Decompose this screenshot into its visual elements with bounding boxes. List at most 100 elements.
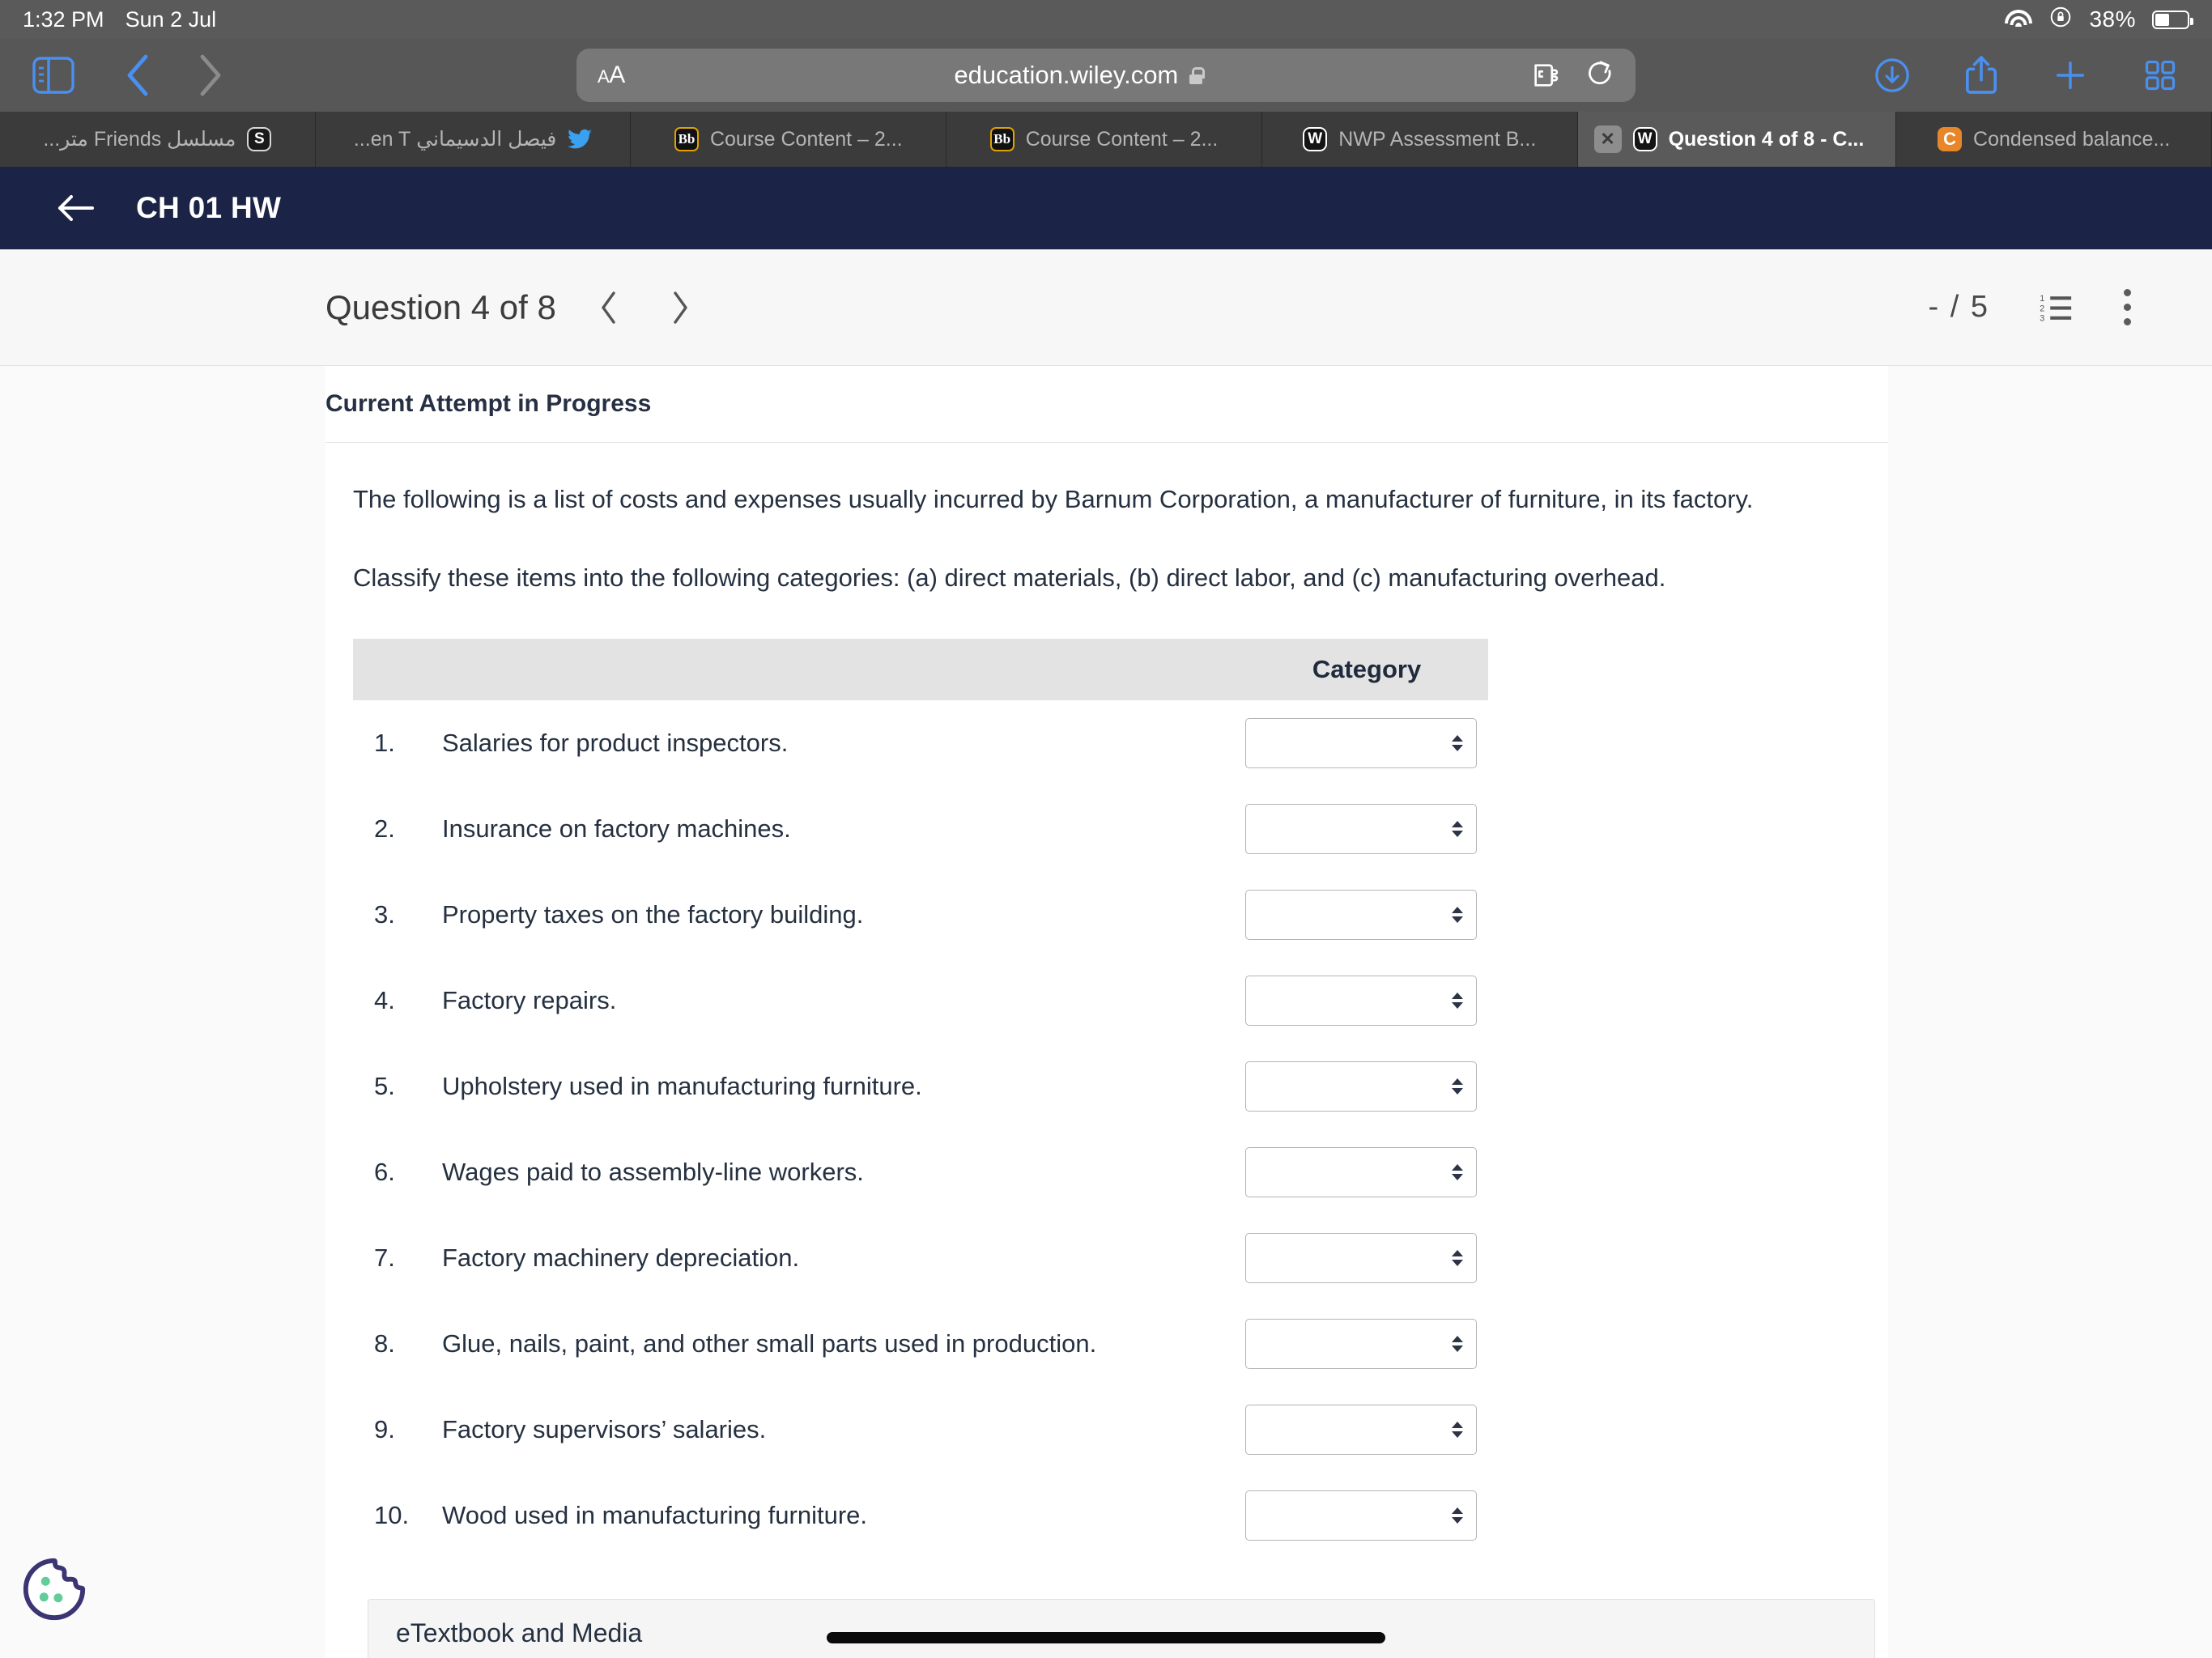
chevron-updown-icon — [1452, 1163, 1463, 1180]
left-gutter — [0, 366, 325, 1658]
address-bar[interactable]: AAAA education.wiley.com — [576, 49, 1636, 102]
sidebar-toggle-icon[interactable] — [32, 57, 74, 94]
wifi-icon — [2005, 9, 2033, 30]
chevron-updown-icon — [1452, 992, 1463, 1009]
kebab-menu-icon[interactable] — [2124, 289, 2131, 325]
row-select-cell — [1245, 1387, 1488, 1473]
score-display: - / 5 — [1928, 290, 1989, 324]
app-header: CH 01 HW — [0, 167, 2212, 249]
row-number: 10. — [374, 1500, 410, 1529]
row-number: 1. — [374, 728, 395, 757]
row-select-cell — [1245, 958, 1488, 1044]
etextbook-label: eTextbook and Media — [396, 1618, 643, 1648]
row-description: Factory supervisors’ salaries. — [442, 1414, 767, 1443]
row-select-cell — [1245, 1215, 1488, 1301]
attempt-status-bar: Current Attempt in Progress — [325, 366, 1888, 443]
chevron-updown-icon — [1452, 906, 1463, 923]
row-number: 5. — [374, 1071, 395, 1100]
row-select-cell — [1245, 872, 1488, 958]
question-paragraph-2: Classify these items into the following … — [353, 563, 1666, 592]
s-icon: S — [247, 127, 272, 151]
browser-tab-0[interactable]: S مسلسل Friends متر... — [0, 112, 316, 167]
category-select-3[interactable] — [1245, 889, 1477, 940]
lock-icon — [1189, 66, 1206, 84]
next-question-icon[interactable] — [670, 290, 691, 325]
category-select-6[interactable] — [1245, 1146, 1477, 1197]
category-select-9[interactable] — [1245, 1404, 1477, 1455]
status-bar-right: 38% — [2005, 0, 2193, 39]
status-bar-left: 1:32 PM Sun 2 Jul — [23, 7, 216, 32]
ios-status-bar: 1:32 PM Sun 2 Jul 38% — [0, 0, 2212, 39]
tab-title: مسلسل Friends متر... — [43, 128, 236, 151]
category-select-1[interactable] — [1245, 717, 1477, 768]
row-select-cell — [1245, 1044, 1488, 1129]
extensions-icon[interactable] — [1532, 62, 1559, 89]
download-icon[interactable] — [1874, 57, 1911, 94]
category-select-8[interactable] — [1245, 1318, 1477, 1369]
table-body: 1. Salaries for product inspectors. 2. I… — [353, 700, 1488, 1558]
row-number: 6. — [374, 1157, 395, 1186]
table-row: 8. Glue, nails, paint, and other small p… — [353, 1301, 1488, 1387]
browser-tab-1[interactable]: فيصل الدسيماني en T... — [316, 112, 632, 167]
status-date: Sun 2 Jul — [125, 6, 217, 32]
numbered-list-icon[interactable]: 1 2 3 — [2040, 292, 2074, 323]
battery-percent: 38% — [2089, 6, 2136, 32]
prev-question-icon[interactable] — [598, 290, 619, 325]
browser-back-icon[interactable] — [125, 53, 152, 97]
table-row: 4. Factory repairs. — [353, 958, 1488, 1044]
row-description: Wood used in manufacturing furniture. — [442, 1500, 868, 1529]
row-description: Salaries for product inspectors. — [442, 728, 789, 757]
battery-icon — [2152, 10, 2193, 29]
category-select-2[interactable] — [1245, 803, 1477, 854]
tab-title: NWP Assessment B... — [1338, 127, 1537, 151]
browser-tab-5-active[interactable]: ✕ W Question 4 of 8 - C... — [1577, 112, 1897, 167]
row-number: 9. — [374, 1414, 395, 1443]
row-number: 4. — [374, 985, 395, 1014]
chevron-updown-icon — [1452, 1421, 1463, 1438]
table-row: 6. Wages paid to assembly-line workers. — [353, 1129, 1488, 1215]
plus-icon[interactable] — [2052, 57, 2089, 94]
question-card: Current Attempt in Progress The followin… — [325, 366, 1888, 1658]
twitter-icon — [568, 127, 593, 151]
page-title: CH 01 HW — [136, 191, 282, 224]
browser-right-actions — [1874, 55, 2178, 96]
tab-close-icon[interactable]: ✕ — [1593, 125, 1622, 153]
rotation-lock-icon — [2048, 5, 2073, 35]
row-description: Insurance on factory machines. — [442, 814, 791, 843]
text-size-button[interactable]: AAAA — [598, 62, 625, 89]
tab-title: Condensed balance... — [1973, 127, 2171, 151]
table-header-row: Category — [353, 638, 1488, 700]
browser-nav-arrows — [125, 53, 223, 97]
category-select-5[interactable] — [1245, 1061, 1477, 1112]
question-body: The following is a list of costs and exp… — [325, 443, 1888, 1658]
question-page: Current Attempt in Progress The followin… — [0, 366, 2212, 1658]
browser-tab-4[interactable]: W NWP Assessment B... — [1262, 112, 1578, 167]
browser-tab-6[interactable]: C Condensed balance... — [1896, 112, 2212, 167]
category-select-10[interactable] — [1245, 1490, 1477, 1541]
browser-tab-bar: S مسلسل Friends متر... فيصل الدسيماني en… — [0, 112, 2212, 167]
row-description: Property taxes on the factory building. — [442, 899, 864, 929]
share-icon[interactable] — [1964, 55, 1998, 96]
reload-icon[interactable] — [1587, 61, 1614, 90]
column-header-blank — [353, 638, 1245, 700]
cookie-consent-icon[interactable] — [19, 1554, 89, 1624]
row-description: Factory machinery depreciation. — [442, 1243, 800, 1272]
category-select-4[interactable] — [1245, 975, 1477, 1026]
wiley-icon: W — [1632, 127, 1657, 151]
etextbook-and-media-section[interactable]: eTextbook and Media — [368, 1598, 1875, 1658]
chevron-updown-icon — [1452, 820, 1463, 837]
browser-tab-2[interactable]: Bb Course Content – 2... — [631, 112, 947, 167]
category-select-7[interactable] — [1245, 1232, 1477, 1283]
blackboard-icon: Bb — [989, 127, 1015, 151]
row-number: 8. — [374, 1329, 395, 1358]
row-select-cell — [1245, 786, 1488, 872]
tab-overview-grid-icon[interactable] — [2142, 57, 2178, 93]
row-number: 3. — [374, 899, 395, 929]
url-display[interactable]: education.wiley.com — [625, 61, 1532, 90]
right-gutter — [1888, 366, 2212, 1658]
browser-tab-3[interactable]: Bb Course Content – 2... — [946, 112, 1262, 167]
table-row: 9. Factory supervisors’ salaries. — [353, 1387, 1488, 1473]
url-text: education.wiley.com — [954, 61, 1179, 89]
row-description: Wages paid to assembly-line workers. — [442, 1157, 864, 1186]
arrow-left-icon[interactable] — [57, 192, 94, 224]
